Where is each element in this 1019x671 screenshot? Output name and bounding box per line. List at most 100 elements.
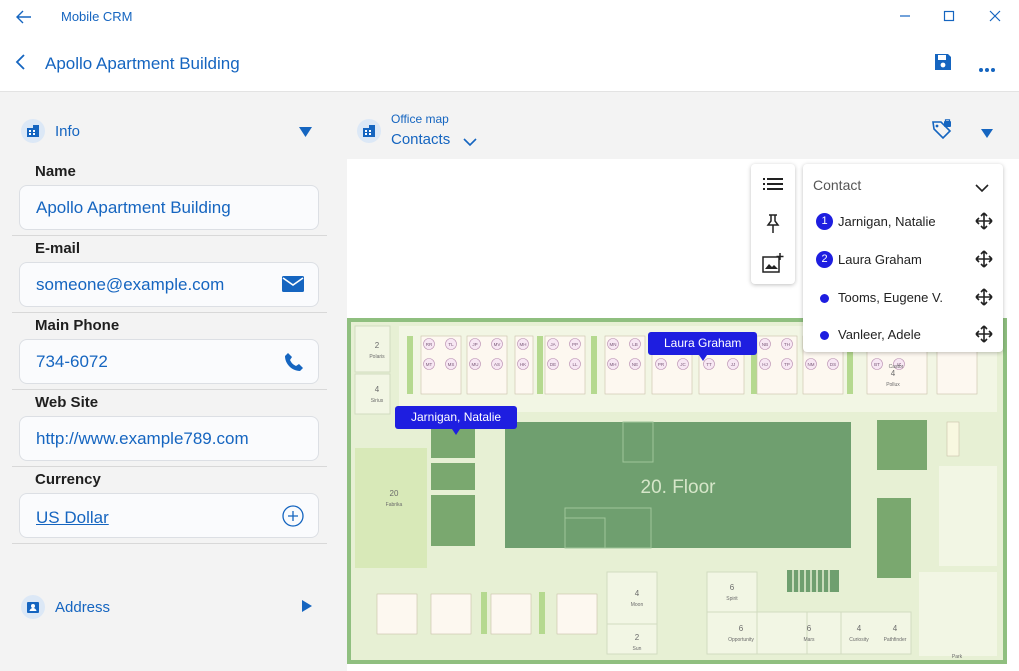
currency-label: Currency [35, 471, 101, 488]
window-title: Mobile CRM [61, 9, 133, 24]
add-image-icon[interactable] [762, 253, 784, 278]
list-item[interactable]: 1 Jarnigan, Natalie [813, 212, 993, 232]
room-number: 2 [375, 341, 380, 350]
details-panel: Info Name Apollo Apartment Building E-ma… [0, 92, 346, 671]
divider [12, 389, 327, 390]
room-number: 2 [635, 633, 640, 642]
chevron-left-icon[interactable] [14, 53, 28, 76]
desk-code: TP [784, 362, 790, 367]
page-title: Apollo Apartment Building [45, 54, 240, 73]
desk-code: TL [448, 342, 454, 347]
website-field[interactable]: http://www.example789.com [19, 416, 319, 461]
expand-triangle-icon[interactable] [301, 599, 313, 618]
more-options-icon[interactable] [978, 60, 996, 78]
save-icon[interactable] [934, 53, 952, 76]
room-number: 4 [857, 624, 862, 633]
move-icon[interactable] [975, 212, 993, 233]
map-tooltip-jarnigan[interactable]: Jarnigan, Natalie [395, 406, 518, 435]
contact-name: Vanleer, Adele [838, 327, 921, 342]
desk-code: TH [784, 342, 790, 347]
desk-code: HJ [762, 362, 768, 367]
move-icon[interactable] [975, 325, 993, 346]
contact-name: Tooms, Eugene V. [838, 290, 944, 305]
desk-code: MN [610, 342, 617, 347]
chevron-down-icon[interactable] [463, 134, 477, 152]
room-number: 4 [891, 369, 896, 378]
desk-code: JC [680, 362, 686, 367]
desk-code: DE [550, 362, 556, 367]
desk-code: JP [472, 342, 477, 347]
room-name: Mars [803, 637, 815, 643]
name-field[interactable]: Apollo Apartment Building [19, 185, 319, 230]
minimize-icon[interactable] [898, 9, 912, 28]
desk-code: MV [494, 342, 501, 347]
collapse-triangle-icon[interactable] [980, 126, 994, 144]
room-name: Fabrika [386, 502, 403, 508]
contact-name: Laura Graham [838, 252, 922, 267]
room-number: 20 [390, 489, 399, 498]
list-item[interactable]: Tooms, Eugene V. [813, 288, 993, 308]
phone-field[interactable]: 734-6072 [19, 339, 319, 384]
name-label: Name [35, 163, 76, 180]
room-name: Sun [633, 646, 642, 652]
desk-code: PP [572, 342, 578, 347]
currency-field[interactable]: US Dollar [19, 493, 319, 538]
desk-code: MS [448, 362, 455, 367]
divider [12, 543, 327, 544]
room-name: Pollux [886, 382, 900, 388]
email-label: E-mail [35, 240, 81, 257]
room-number: 4 [375, 385, 380, 394]
pin-icon[interactable] [764, 214, 782, 239]
name-value: Apollo Apartment Building [36, 198, 231, 217]
divider [12, 235, 327, 236]
phone-value: 734-6072 [36, 352, 108, 371]
contact-panel-header: Contact [813, 177, 862, 193]
email-value: someone@example.com [36, 275, 225, 294]
map-toolbar [751, 164, 795, 284]
divider [12, 312, 327, 313]
desk-code: AS [494, 362, 500, 367]
desk-code: LB [632, 342, 638, 347]
desk-code: NE [632, 362, 638, 367]
app-header: Apollo Apartment Building [0, 34, 1019, 92]
address-section-label[interactable]: Address [55, 599, 110, 616]
marker-dot [820, 294, 829, 303]
room-name: Spirit [726, 596, 738, 602]
add-circle-icon[interactable] [282, 505, 304, 532]
desk-code: MU [472, 362, 479, 367]
move-icon[interactable] [975, 288, 993, 309]
chevron-down-icon[interactable] [975, 180, 989, 198]
move-icon[interactable] [975, 250, 993, 271]
maximize-icon[interactable] [943, 10, 956, 28]
back-arrow-icon[interactable] [14, 8, 34, 31]
tag-lock-icon[interactable] [931, 119, 953, 146]
desk-code: MH [520, 342, 527, 347]
list-item[interactable]: Vanleer, Adele [813, 325, 993, 345]
mail-icon[interactable] [282, 276, 304, 297]
contact-card-icon [21, 595, 45, 619]
view-selector[interactable]: Contacts [391, 131, 450, 148]
currency-value[interactable]: US Dollar [36, 508, 109, 528]
desk-code: PR [658, 362, 665, 367]
desk-code: MH [610, 362, 617, 367]
list-item[interactable]: 2 Laura Graham [813, 250, 993, 270]
room-name: Curiosity [849, 637, 869, 643]
building-icon [357, 119, 381, 143]
email-field[interactable]: someone@example.com [19, 262, 319, 307]
floor-plan[interactable]: RRTLJPMVMHJAPPMNLBPLPKSHMONBTHLSMMMFJRSS… [347, 318, 1007, 664]
info-section-label[interactable]: Info [55, 123, 80, 140]
collapse-triangle-icon[interactable] [298, 125, 313, 143]
list-icon[interactable] [763, 177, 783, 196]
room-name: Pathfinder [884, 637, 907, 643]
room-name: Opportunity [728, 637, 754, 643]
room-name: Polaris [369, 354, 385, 360]
desk-code: JA [550, 342, 555, 347]
phone-icon[interactable] [284, 352, 304, 377]
room-number: 6 [739, 624, 744, 633]
contact-name: Jarnigan, Natalie [838, 214, 936, 229]
desk-code: NM [808, 362, 815, 367]
close-icon[interactable] [988, 9, 1002, 28]
room-name: Sirius [371, 398, 384, 404]
desk-code: TT [706, 362, 712, 367]
map-tooltip-laura[interactable]: Laura Graham [648, 332, 758, 361]
